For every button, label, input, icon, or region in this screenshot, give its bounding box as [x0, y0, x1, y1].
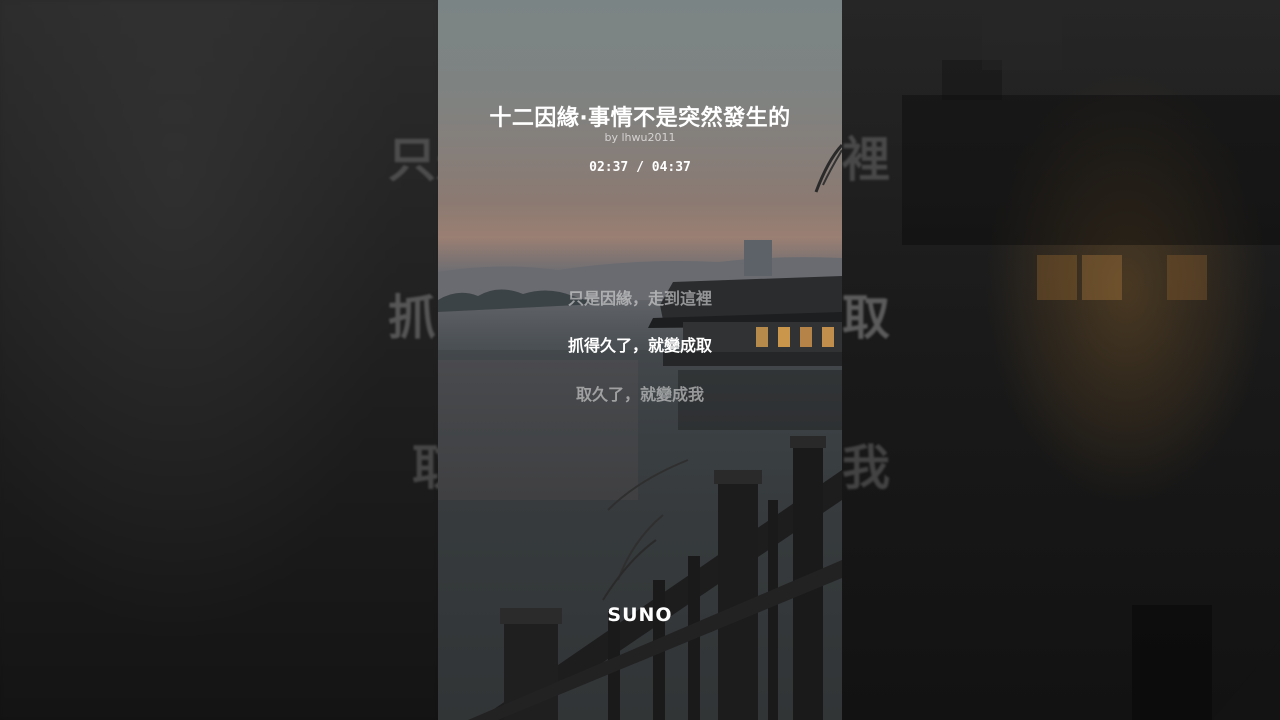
blurred-backdrop-right — [842, 0, 1280, 720]
backdrop-lyric-right-2: 取 — [842, 290, 891, 346]
artist-name: by lhwu2011 — [604, 131, 676, 144]
playback-time: 02:37 / 04:37 — [589, 160, 691, 175]
backdrop-lyric-right-1: 裡 — [842, 132, 891, 188]
lyric-next-line: 取久了，就變成我 — [575, 385, 704, 404]
video-frame: 只是 抓 取 裡 取 我 十二因緣·事情不是突然發生的 by lhwu2011 … — [0, 0, 1280, 720]
backdrop-lyric-right-3: 我 — [842, 440, 891, 496]
suno-logo: SUNO — [607, 604, 673, 626]
song-title: 十二因緣·事情不是突然發生的 — [489, 106, 791, 131]
lyric-previous-line: 只是因緣，走到這裡 — [567, 289, 712, 308]
lyric-current-line: 抓得久了，就變成取 — [567, 336, 712, 355]
blurred-backdrop-left — [0, 0, 438, 720]
backdrop-building — [902, 0, 1280, 720]
backdrop-lyric-left-2: 抓 — [388, 290, 437, 346]
player-panel: 十二因緣·事情不是突然發生的 by lhwu2011 02:37 / 04:37… — [438, 0, 842, 720]
